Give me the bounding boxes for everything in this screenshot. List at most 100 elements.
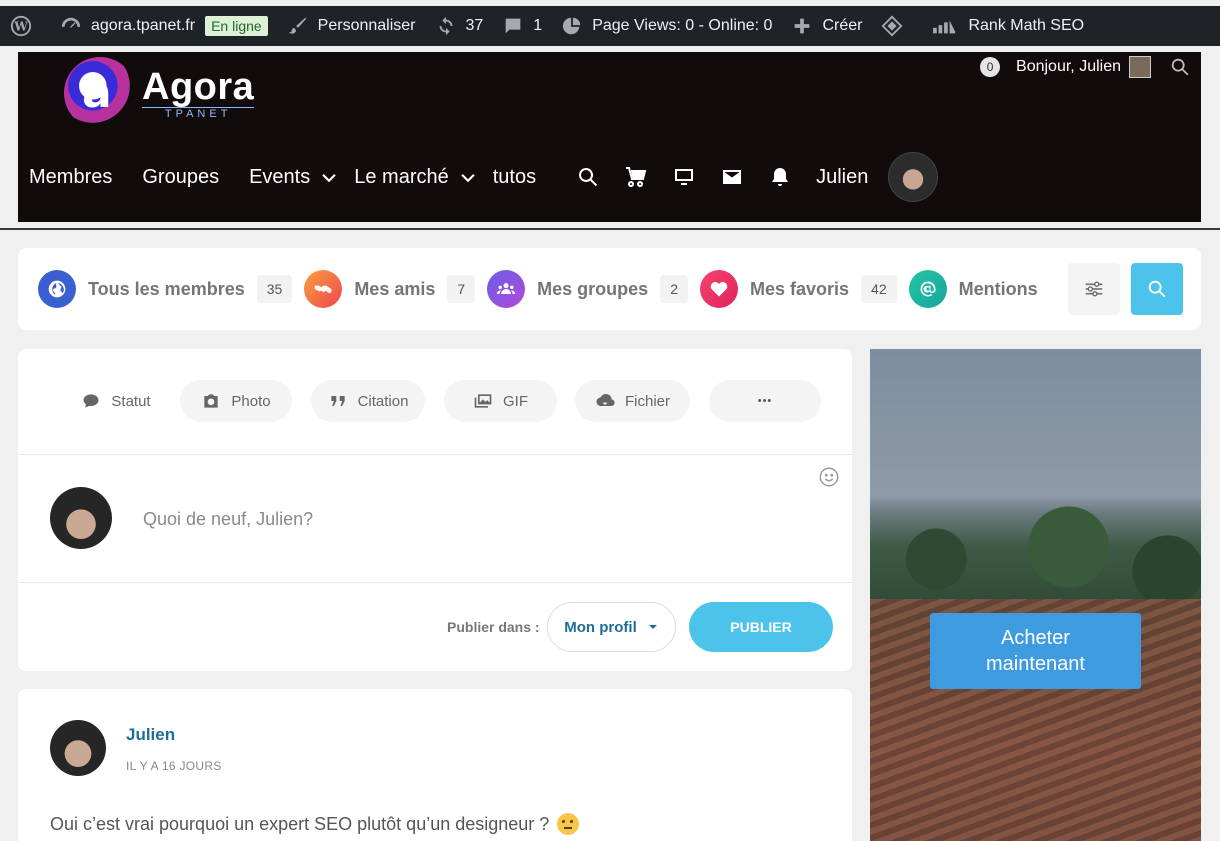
filter-my-friends[interactable]: Mes amis 7 [304, 270, 476, 308]
tab-photo[interactable]: Photo [180, 380, 292, 422]
tab-more[interactable]: ••• [709, 380, 821, 422]
filter-label: Mentions [958, 278, 1038, 299]
sidebar-ad[interactable]: Acheter maintenant [870, 349, 1201, 841]
page-views: Page Views: 0 - Online: 0 [592, 17, 773, 34]
bell-icon[interactable] [768, 165, 792, 189]
updates-count: 37 [465, 17, 484, 34]
rank-math-label: Rank Math SEO [968, 17, 1085, 34]
search-icon[interactable] [1169, 56, 1191, 78]
buy-now-button[interactable]: Acheter maintenant [930, 613, 1141, 689]
notification-count[interactable]: 0 [980, 57, 1001, 77]
create-label: Créer [822, 17, 863, 34]
tab-citation[interactable]: Citation [311, 380, 425, 422]
nav-item-membres[interactable]: Membres [29, 166, 112, 189]
svg-text:W: W [13, 20, 28, 34]
nav-item-tutos[interactable]: tutos [493, 166, 536, 189]
thinking-face-icon [557, 813, 580, 835]
diamond-icon [880, 14, 904, 38]
users-icon [487, 270, 526, 308]
nav-item-groupes[interactable]: Groupes [142, 166, 219, 189]
logo-title: Agora [142, 65, 255, 108]
tab-gif[interactable]: GIF [444, 380, 557, 422]
chevron-down-icon [320, 168, 338, 186]
filter-label: Mes favoris [749, 278, 850, 299]
cloud-download-icon [596, 393, 615, 407]
logo-subtitle: TPANET [142, 106, 255, 121]
pie-chart-icon [560, 14, 584, 38]
comments-link[interactable]: 1 [492, 6, 551, 46]
filter-my-groups[interactable]: Mes groupes 2 [487, 270, 688, 308]
camera-icon [204, 394, 219, 408]
images-icon [474, 394, 492, 408]
filter-label: Tous les membres [88, 278, 245, 299]
divider [18, 454, 852, 455]
rank-math-icon [930, 14, 960, 38]
activity-composer: Statut Photo Citation GIF Fichier ••• Qu… [18, 349, 852, 671]
filter-count: 42 [861, 275, 897, 303]
refresh-icon [434, 14, 458, 38]
avatar[interactable] [888, 152, 939, 202]
publish-button[interactable]: PUBLIER [689, 602, 833, 652]
cart-icon[interactable] [624, 165, 648, 189]
avatar[interactable] [50, 720, 106, 776]
comments-count: 1 [533, 17, 543, 34]
search-icon [1148, 280, 1166, 298]
post-timestamp[interactable]: IL Y A 16 JOURS [126, 759, 222, 773]
rank-math-link[interactable]: Rank Math SEO [921, 6, 1093, 46]
emoji-icon[interactable] [818, 466, 840, 488]
logo-mark-icon: a [64, 57, 136, 129]
create-link[interactable]: Créer [781, 6, 871, 46]
nav-item-le-marche[interactable]: Le marché [354, 166, 477, 189]
filter-count: 7 [447, 275, 476, 303]
chevron-down-icon [459, 168, 477, 186]
search-icon[interactable] [576, 165, 600, 189]
heart-icon [699, 270, 738, 308]
site-logo[interactable]: a Agora TPANET [64, 57, 255, 129]
members-filter-bar: Tous les membres 35 Mes amis 7 Mes group… [18, 248, 1201, 330]
nav-user-name[interactable]: Julien [816, 166, 868, 189]
customize-link[interactable]: Personnaliser [277, 6, 425, 46]
filter-all-members[interactable]: Tous les membres 35 [38, 270, 293, 308]
customize-label: Personnaliser [317, 17, 416, 34]
nav-item-events[interactable]: Events [249, 166, 338, 189]
site-name-link[interactable]: agora.tpanet.fr En ligne [50, 6, 277, 46]
status-badge: En ligne [205, 16, 268, 36]
main-navigation: Membres Groupes Events Le marché tutos J… [29, 152, 939, 202]
admin-bar: W agora.tpanet.fr En ligne Personnaliser… [0, 6, 1220, 46]
updates-link[interactable]: 37 [425, 6, 493, 46]
greeting[interactable]: Bonjour, Julien [1016, 58, 1121, 76]
whats-new-input[interactable]: Quoi de neuf, Julien? [143, 509, 313, 530]
mail-icon[interactable] [720, 165, 744, 189]
publish-in-label: Publier dans : [447, 619, 540, 635]
wordpress-logo-button[interactable]: W [0, 6, 50, 46]
filter-settings-button[interactable] [1068, 263, 1120, 315]
filter-label: Mes amis [354, 278, 436, 299]
at-icon [908, 270, 947, 308]
filter-count: 35 [256, 275, 293, 303]
wordpress-icon: W [9, 14, 33, 38]
comment-icon [83, 394, 99, 408]
filter-search-button[interactable] [1131, 263, 1183, 315]
filter-label: Mes groupes [537, 278, 649, 299]
filter-count: 2 [660, 275, 688, 303]
diamond-link[interactable] [871, 6, 921, 46]
globe-icon [38, 270, 76, 308]
divider [18, 582, 852, 583]
filter-my-favorites[interactable]: Mes favoris 42 [699, 270, 897, 308]
composer-tabs: Statut Photo Citation GIF Fichier ••• [18, 380, 852, 422]
monitor-icon[interactable] [672, 165, 696, 189]
comment-icon [501, 14, 525, 38]
publish-target-select[interactable]: Mon profil [547, 602, 676, 652]
filter-mentions[interactable]: Mentions [908, 270, 1050, 308]
page-views-link[interactable]: Page Views: 0 - Online: 0 [551, 6, 781, 46]
handshake-icon [304, 270, 343, 308]
post-author[interactable]: Julien [126, 725, 175, 745]
avatar[interactable] [1129, 56, 1151, 78]
post-text: Oui c’est vrai pourquoi un expert SEO pl… [50, 813, 580, 835]
tab-fichier[interactable]: Fichier [575, 380, 690, 422]
quote-icon [330, 396, 345, 406]
dashboard-icon [59, 14, 83, 38]
tab-statut[interactable]: Statut [60, 380, 172, 422]
avatar[interactable] [50, 487, 112, 549]
site-name: agora.tpanet.fr [91, 17, 196, 34]
